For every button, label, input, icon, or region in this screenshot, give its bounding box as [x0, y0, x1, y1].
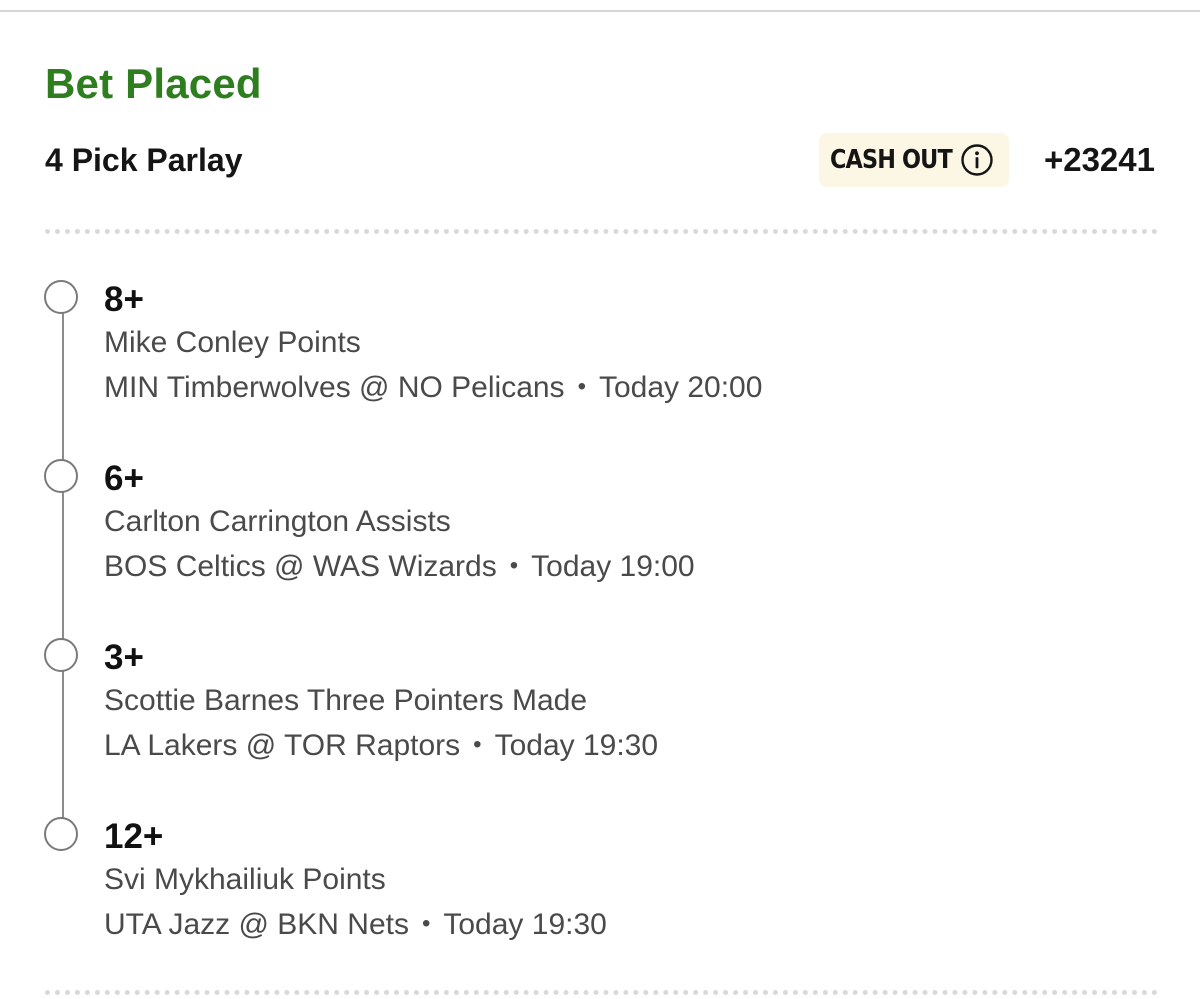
bet-status-title: Bet Placed [45, 60, 262, 107]
separator-dot: • [473, 731, 482, 758]
leg-market: Scottie Barnes Three Pointers Made [104, 684, 588, 717]
leg-matchup: BOS Celtics @ WAS Wizards [104, 550, 497, 583]
leg-event: BOS Celtics @ WAS Wizards • Today 19:00 [104, 548, 695, 585]
leg-status-circle-icon [44, 817, 78, 851]
leg-status-circle-icon [44, 459, 78, 493]
parlay-leg[interactable]: 3+ Scottie Barnes Three Pointers Made LA… [0, 638, 1200, 808]
leg-market: Carlton Carrington Assists [104, 505, 451, 538]
separator-dot: • [509, 552, 519, 579]
bet-type-label: 4 Pick Parlay [45, 142, 243, 178]
cash-out-button[interactable]: CASH OUT [819, 133, 1009, 187]
leg-event: UTA Jazz @ BKN Nets • Today 19:30 [104, 906, 607, 943]
separator-dot: • [577, 373, 586, 400]
cash-out-label: CASH OUT [830, 145, 953, 175]
separator-dot: • [421, 910, 431, 937]
leg-matchup: UTA Jazz @ BKN Nets [104, 908, 409, 941]
leg-line: 6+ [104, 459, 144, 498]
leg-time: Today 19:30 [494, 729, 659, 762]
leg-line: 8+ [104, 280, 144, 319]
top-divider [0, 10, 1200, 12]
leg-time: Today 20:00 [598, 371, 763, 404]
leg-market: Svi Mykhailiuk Points [104, 863, 386, 896]
parlay-odds: +23241 [1043, 141, 1155, 178]
footer-divider [45, 990, 1158, 995]
leg-matchup: MIN Timberwolves @ NO Pelicans [104, 371, 565, 404]
parlay-leg[interactable]: 12+ Svi Mykhailiuk Points UTA Jazz @ BKN… [0, 817, 1200, 987]
parlay-leg[interactable]: 8+ Mike Conley Points MIN Timberwolves @… [0, 280, 1200, 450]
leg-status-circle-icon [44, 638, 78, 672]
header-divider [45, 229, 1158, 234]
leg-event: LA Lakers @ TOR Raptors • Today 19:30 [104, 727, 658, 764]
leg-time: Today 19:00 [531, 550, 695, 583]
leg-matchup: LA Lakers @ TOR Raptors [104, 729, 461, 762]
info-icon[interactable] [960, 143, 994, 177]
bet-slip-card: Bet Placed 4 Pick Parlay CASH OUT +23241… [0, 0, 1200, 999]
leg-market: Mike Conley Points [104, 326, 361, 359]
leg-time: Today 19:30 [443, 908, 607, 941]
parlay-leg[interactable]: 6+ Carlton Carrington Assists BOS Celtic… [0, 459, 1200, 629]
leg-status-circle-icon [44, 280, 78, 314]
leg-line: 3+ [104, 638, 144, 677]
leg-line: 12+ [104, 817, 164, 856]
leg-event: MIN Timberwolves @ NO Pelicans • Today 20:… [104, 369, 762, 406]
